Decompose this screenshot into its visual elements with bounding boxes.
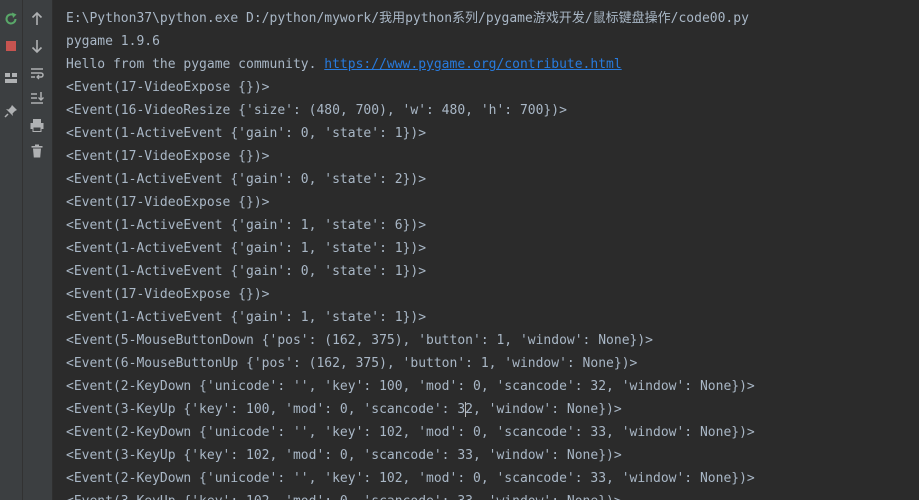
console-line-text: <Event(2-KeyDown {'unicode': '', 'key': … <box>66 425 755 440</box>
console-line-text: <Event(5-MouseButtonDown {'pos': (162, 3… <box>66 333 653 348</box>
console-line: <Event(1-ActiveEvent {'gain': 0, 'state'… <box>66 124 426 143</box>
soft-wrap-icon[interactable] <box>28 64 46 82</box>
trash-icon[interactable] <box>28 142 46 160</box>
console-line: <Event(17-VideoExpose {})> <box>66 78 270 97</box>
layout-icon[interactable] <box>2 69 20 87</box>
console-line-text: <Event(17-VideoExpose {})> <box>66 195 270 210</box>
console-line-text: <Event(1-ActiveEvent {'gain': 1, 'state'… <box>66 218 427 233</box>
console-line: Hello from the pygame community. https:/… <box>66 55 622 74</box>
console-line: pygame 1.9.6 <box>66 32 160 51</box>
console-line-text: <Event(1-ActiveEvent {'gain': 0, 'state'… <box>66 126 427 141</box>
up-arrow-icon[interactable] <box>28 10 46 28</box>
console-line-text: <Event(17-VideoExpose {})> <box>66 287 270 302</box>
console-line-text: <Event(3-KeyUp {'key': 102, 'mod': 0, 's… <box>66 448 622 463</box>
console-line: <Event(2-KeyDown {'unicode': '', 'key': … <box>66 377 755 396</box>
console-line: <Event(2-KeyDown {'unicode': '', 'key': … <box>66 469 755 488</box>
console-line: <Event(1-ActiveEvent {'gain': 0, 'state'… <box>66 170 426 189</box>
console-line: <Event(16-VideoResize {'size': (480, 700… <box>66 101 567 120</box>
text-cursor <box>465 402 466 417</box>
console-line: <Event(17-VideoExpose {})> <box>66 193 270 212</box>
scroll-to-end-icon[interactable] <box>28 89 46 107</box>
console-line-text: <Event(17-VideoExpose {})> <box>66 80 270 95</box>
console-line: <Event(3-KeyUp {'key': 102, 'mod': 0, 's… <box>66 446 622 465</box>
console-line-text: <Event(16-VideoResize {'size': (480, 700… <box>66 103 567 118</box>
console-line: <Event(1-ActiveEvent {'gain': 1, 'state'… <box>66 239 426 258</box>
console-line-text: <Event(1-ActiveEvent {'gain': 0, 'state'… <box>66 264 427 279</box>
pin-icon[interactable] <box>2 102 20 120</box>
contribute-link[interactable]: https://www.pygame.org/contribute.html <box>324 57 621 72</box>
console-line: <Event(1-ActiveEvent {'gain': 1, 'state'… <box>66 216 426 235</box>
down-arrow-icon[interactable] <box>28 37 46 55</box>
console-line-text: <Event(3-KeyUp {'key': 102, 'mod': 0, 's… <box>66 494 622 500</box>
console-line: <Event(6-MouseButtonUp {'pos': (162, 375… <box>66 354 637 373</box>
console-line: <Event(5-MouseButtonDown {'pos': (162, 3… <box>66 331 653 350</box>
console-line-text: <Event(1-ActiveEvent {'gain': 1, 'state'… <box>66 241 427 256</box>
stop-icon[interactable] <box>2 37 20 55</box>
console-line-text: E:\Python37\python.exe D:/python/mywork/… <box>66 11 749 26</box>
console-line-text: <Event(17-VideoExpose {})> <box>66 149 270 164</box>
console-line-text: pygame 1.9.6 <box>66 34 160 49</box>
console-line-text: <Event(2-KeyDown {'unicode': '', 'key': … <box>66 379 755 394</box>
rerun-icon[interactable] <box>2 10 20 28</box>
console-line-text: <Event(6-MouseButtonUp {'pos': (162, 375… <box>66 356 638 371</box>
console-line-text: <Event(1-ActiveEvent {'gain': 1, 'state'… <box>66 310 427 325</box>
console-line: E:\Python37\python.exe D:/python/mywork/… <box>66 9 749 28</box>
console-line-text: <Event(2-KeyDown {'unicode': '', 'key': … <box>66 471 755 486</box>
console-line: <Event(3-KeyUp {'key': 102, 'mod': 0, 's… <box>66 492 622 500</box>
console-line: <Event(2-KeyDown {'unicode': '', 'key': … <box>66 423 755 442</box>
console-line: <Event(1-ActiveEvent {'gain': 1, 'state'… <box>66 308 426 327</box>
print-icon[interactable] <box>28 116 46 134</box>
console-line-text: Hello from the pygame community. <box>66 57 325 72</box>
console-output[interactable]: E:\Python37\python.exe D:/python/mywork/… <box>53 0 919 500</box>
run-toolbar-right <box>23 0 53 500</box>
console-line: <Event(17-VideoExpose {})> <box>66 285 270 304</box>
console-line: <Event(1-ActiveEvent {'gain': 0, 'state'… <box>66 262 426 281</box>
console-line-text: <Event(1-ActiveEvent {'gain': 0, 'state'… <box>66 172 427 187</box>
run-toolbar-left <box>0 0 23 500</box>
run-tool-window: E:\Python37\python.exe D:/python/mywork/… <box>0 0 919 500</box>
console-line-text: <Event(3-KeyUp {'key': 100, 'mod': 0, 's… <box>66 402 622 417</box>
console-line: <Event(17-VideoExpose {})> <box>66 147 270 166</box>
console-line: <Event(3-KeyUp {'key': 100, 'mod': 0, 's… <box>66 400 622 419</box>
